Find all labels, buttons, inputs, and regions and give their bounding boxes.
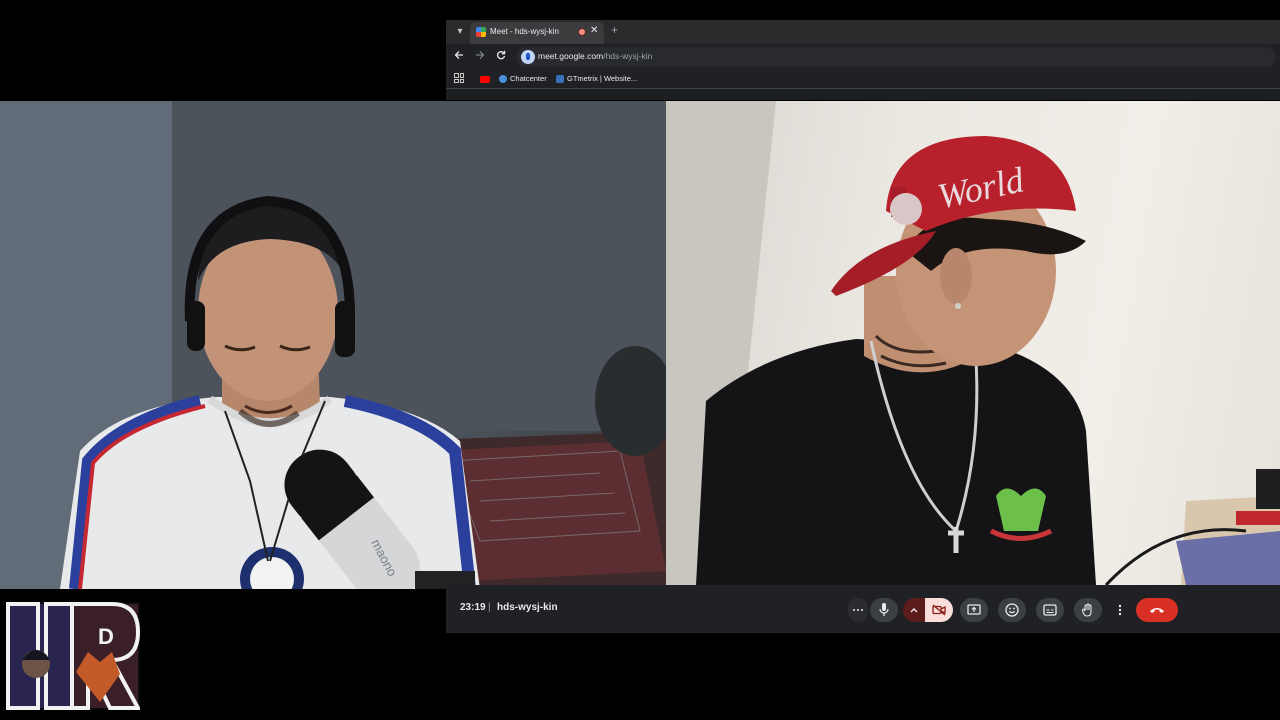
url-path: /hds-wysj-kin — [603, 51, 653, 61]
new-tab-button[interactable]: + — [611, 23, 618, 37]
url-text: meet.google.com/hds-wysj-kin — [538, 51, 652, 61]
streamer-scene-illustration: maono — [0, 101, 666, 589]
camera-toggle-button[interactable] — [925, 598, 953, 622]
back-arrow-icon — [454, 51, 463, 59]
browser-content-edge — [446, 88, 1280, 100]
forward-arrow-icon — [476, 51, 485, 59]
camera-options-button[interactable] — [903, 598, 925, 622]
bookmark-label: Chatcenter — [510, 74, 547, 83]
browser-toolbar: meet.google.com/hds-wysj-kin — [446, 44, 1280, 70]
channel-logo: D — [6, 602, 142, 710]
gtmetrix-icon — [556, 75, 564, 84]
reload-button[interactable] — [493, 49, 509, 65]
meeting-time: 23:19 — [460, 602, 486, 613]
tab-search-button[interactable]: ▾ — [452, 24, 468, 40]
emoji-icon — [1005, 603, 1019, 617]
chevron-up-icon — [910, 608, 918, 613]
youtube-icon — [480, 75, 490, 83]
tab-close-icon[interactable]: ✕ — [590, 25, 598, 36]
tab-meet[interactable]: Meet - hds-wysj-kin ✕ — [470, 22, 604, 44]
svg-text:D: D — [98, 624, 114, 649]
participant-scene-illustration: World — [666, 101, 1280, 585]
leave-call-button[interactable] — [1136, 598, 1178, 622]
browser-window: ▾ Meet - hds-wysj-kin ✕ + meet.google.co… — [446, 20, 1280, 100]
microphone-icon — [879, 603, 889, 616]
bookmark-gtmetrix[interactable]: GTmetrix | Website... — [556, 73, 637, 85]
microphone-button[interactable] — [870, 598, 898, 622]
meeting-separator: | — [488, 602, 491, 613]
participant-video: World — [666, 101, 1280, 585]
more-actions-button[interactable] — [1111, 598, 1129, 622]
meeting-code: hds-wysj-kin — [497, 602, 558, 613]
more-vert-icon — [1118, 604, 1122, 616]
bookmark-label: GTmetrix | Website... — [567, 74, 638, 83]
apps-grid-icon[interactable] — [454, 73, 464, 83]
captions-button[interactable] — [1036, 598, 1064, 622]
captions-icon — [1043, 604, 1057, 616]
reactions-button[interactable] — [998, 598, 1026, 622]
present-screen-icon — [967, 604, 981, 615]
back-button[interactable] — [451, 49, 467, 65]
raise-hand-icon — [1082, 603, 1092, 617]
more-options-button[interactable] — [848, 598, 868, 622]
meet-control-bar: 23:19 | hds-wysj-kin — [446, 585, 1280, 633]
tab-title: Meet - hds-wysj-kin — [490, 27, 559, 36]
streamer-webcam-video: maono — [0, 101, 666, 589]
tab-strip: ▾ Meet - hds-wysj-kin ✕ + — [446, 20, 1280, 44]
bookmark-chatcenter[interactable]: Chatcenter — [499, 73, 547, 85]
meet-favicon-icon — [476, 27, 486, 37]
leave-call-icon — [1150, 608, 1164, 613]
chatcenter-icon — [499, 75, 507, 84]
youtube-bookmark[interactable] — [480, 73, 493, 85]
reload-icon — [496, 50, 506, 60]
recording-indicator-icon — [578, 28, 586, 36]
raise-hand-button[interactable] — [1074, 598, 1102, 622]
camera-off-icon — [932, 604, 946, 616]
site-info-icon[interactable] — [521, 50, 535, 64]
present-button[interactable] — [960, 598, 988, 622]
more-options-icon — [853, 609, 863, 611]
address-bar[interactable]: meet.google.com/hds-wysj-kin — [516, 47, 1276, 67]
channel-logo-graphic: D — [6, 602, 142, 710]
bookmarks-bar: Chatcenter GTmetrix | Website... — [446, 70, 1280, 88]
url-host: meet.google.com — [538, 51, 604, 61]
forward-button[interactable] — [472, 49, 488, 65]
